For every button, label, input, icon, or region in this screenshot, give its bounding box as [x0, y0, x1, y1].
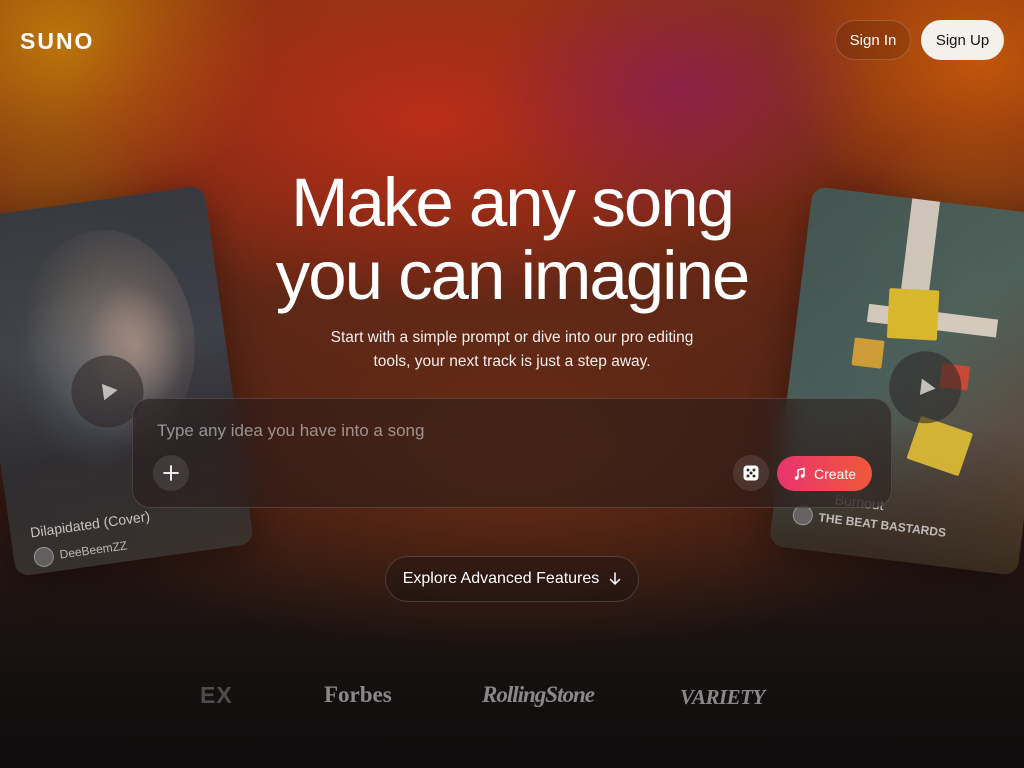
hero-title-line: you can imagine	[275, 237, 750, 314]
card-artwork-detail	[906, 415, 974, 477]
hero-title-line: Make any song	[291, 164, 735, 241]
hero-subtitle-line: tools, your next track is just a step aw…	[373, 353, 651, 370]
hero-subtitle-line: Start with a simple prompt or dive into …	[330, 329, 694, 346]
press-logo-rolling-stone: RollingStone	[482, 682, 595, 707]
explore-advanced-features-button[interactable]: Explore Advanced Features	[385, 556, 639, 602]
song-prompt-box: Create	[132, 398, 892, 508]
avatar	[32, 545, 56, 569]
dice-icon	[743, 465, 759, 481]
add-button[interactable]	[153, 455, 189, 491]
sign-up-button[interactable]: Sign Up	[921, 20, 1004, 60]
play-button[interactable]	[885, 347, 966, 428]
random-prompt-button[interactable]	[733, 455, 769, 491]
card-title: Dilapidated (Cover)	[29, 507, 151, 541]
explore-label: Explore Advanced Features	[402, 570, 600, 587]
press-logo-forbes: Forbes	[324, 682, 392, 707]
create-label: Create	[813, 465, 857, 482]
arrow-down-icon	[610, 572, 621, 585]
song-idea-input[interactable]	[157, 419, 717, 443]
press-logo-partial: EX	[200, 682, 233, 708]
sign-in-button[interactable]: Sign In	[835, 20, 911, 60]
card-artist-name: THE BEAT BASTARDS	[817, 510, 947, 540]
create-button[interactable]: Create	[777, 456, 872, 491]
play-icon	[101, 383, 118, 401]
card-artist-name: DeeBeemZZ	[58, 538, 129, 562]
suno-logo[interactable]: SUNO	[20, 28, 94, 55]
press-logo-variety: VARIETY	[680, 685, 765, 709]
card-artwork-detail	[851, 337, 885, 369]
play-icon	[919, 378, 936, 395]
music-note-sparkle-icon	[794, 467, 805, 480]
hero-title: Make any song you can imagine	[0, 166, 1024, 312]
hero-subtitle: Start with a simple prompt or dive into …	[312, 326, 712, 374]
plus-icon	[163, 465, 179, 481]
